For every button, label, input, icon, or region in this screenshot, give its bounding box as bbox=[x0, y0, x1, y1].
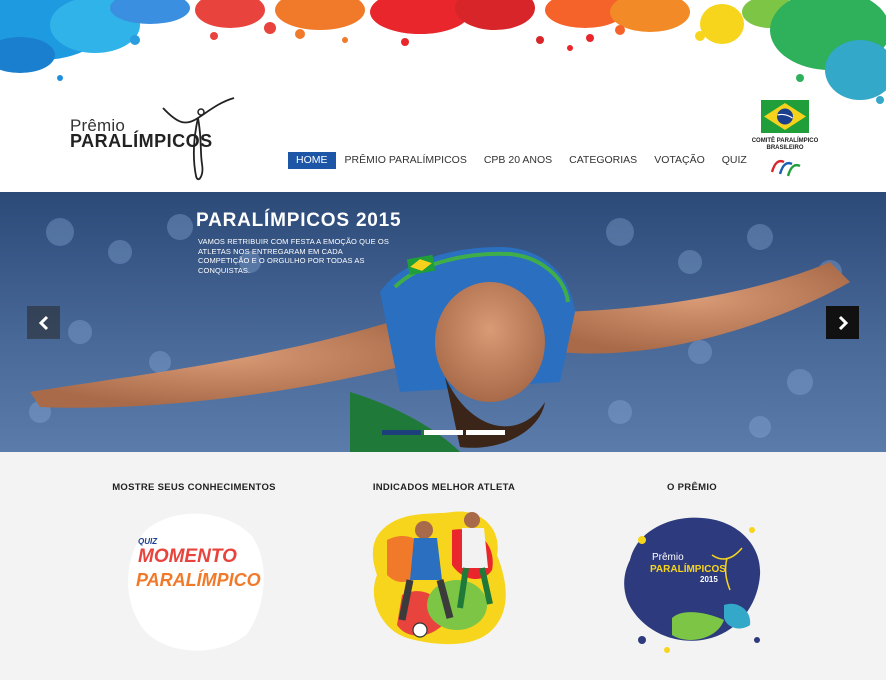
cpb-line1: COMITÊ PARALÍMPICO bbox=[751, 138, 819, 144]
nav-premio-paralimpicos[interactable]: PRÊMIO PARALÍMPICOS bbox=[337, 152, 475, 169]
indicados-athletes-image bbox=[372, 511, 506, 645]
indicados-card[interactable] bbox=[362, 500, 522, 660]
carousel-indicator-1[interactable] bbox=[382, 430, 421, 435]
carousel-prev-button[interactable] bbox=[27, 306, 60, 339]
agitos-icon bbox=[770, 159, 801, 177]
section-title-indicados: INDICADOS MELHOR ATLETA bbox=[372, 482, 516, 493]
quiz-badge-line2: PARALÍMPICO bbox=[136, 569, 261, 590]
carousel-indicator-2[interactable] bbox=[424, 430, 463, 435]
quiz-badge-line1: MOMENTO bbox=[138, 546, 237, 567]
premio-badge-line1: Prêmio bbox=[652, 552, 684, 563]
nav-cpb-20-anos[interactable]: CPB 20 ANOS bbox=[476, 152, 560, 169]
section-title-premio: O PRÊMIO bbox=[667, 482, 717, 493]
brazil-flag-icon bbox=[761, 100, 809, 133]
nav-categorias[interactable]: CATEGORIAS bbox=[561, 152, 645, 169]
quiz-badge-image: QUIZ MOMENTO PARALÍMPICO bbox=[128, 513, 264, 651]
section-title-quiz: MOSTRE SEUS CONHECIMENTOS bbox=[112, 482, 276, 493]
page: Prêmio PARALÍMPICOS HOME PRÊMIO PARALÍMP… bbox=[0, 0, 886, 680]
premio-paralimpicos-logo[interactable]: Prêmio PARALÍMPICOS bbox=[70, 96, 250, 182]
hero-title: PARALÍMPICOS 2015 bbox=[196, 210, 402, 231]
carousel-next-button[interactable] bbox=[826, 306, 859, 339]
o-premio-card[interactable]: Prêmio PARALÍMPICOS 2015 bbox=[612, 500, 772, 660]
chevron-left-icon bbox=[38, 315, 48, 330]
cpb-line2: BRASILEIRO bbox=[766, 145, 804, 151]
premio-badge-line2: PARALÍMPICOS bbox=[650, 562, 726, 575]
quiz-card[interactable]: QUIZ MOMENTO PARALÍMPICO bbox=[116, 500, 276, 660]
premio-badge-image: Prêmio PARALÍMPICOS 2015 bbox=[624, 517, 761, 653]
hero-athlete-image bbox=[0, 192, 886, 452]
nav-votacao[interactable]: VOTAÇÃO bbox=[646, 152, 713, 169]
cpb-logo[interactable]: COMITÊ PARALÍMPICO BRASILEIRO bbox=[748, 98, 822, 180]
paint-splash-decoration bbox=[0, 0, 886, 104]
chevron-right-icon bbox=[838, 315, 848, 330]
main-navigation: HOME PRÊMIO PARALÍMPICOS CPB 20 ANOS CAT… bbox=[288, 152, 756, 169]
site-header: Prêmio PARALÍMPICOS HOME PRÊMIO PARALÍMP… bbox=[0, 0, 886, 192]
hero-description: VAMOS RETRIBUIR COM FESTA A EMOÇÃO QUE O… bbox=[198, 237, 389, 275]
nav-home[interactable]: HOME bbox=[288, 152, 336, 169]
quiz-small-label: QUIZ bbox=[138, 537, 158, 546]
hero-carousel: PARALÍMPICOS 2015 VAMOS RETRIBUIR COM FE… bbox=[0, 192, 886, 452]
carousel-indicator-3[interactable] bbox=[466, 430, 505, 435]
premio-badge-year: 2015 bbox=[700, 575, 718, 584]
athlete-figure-icon bbox=[162, 97, 235, 181]
